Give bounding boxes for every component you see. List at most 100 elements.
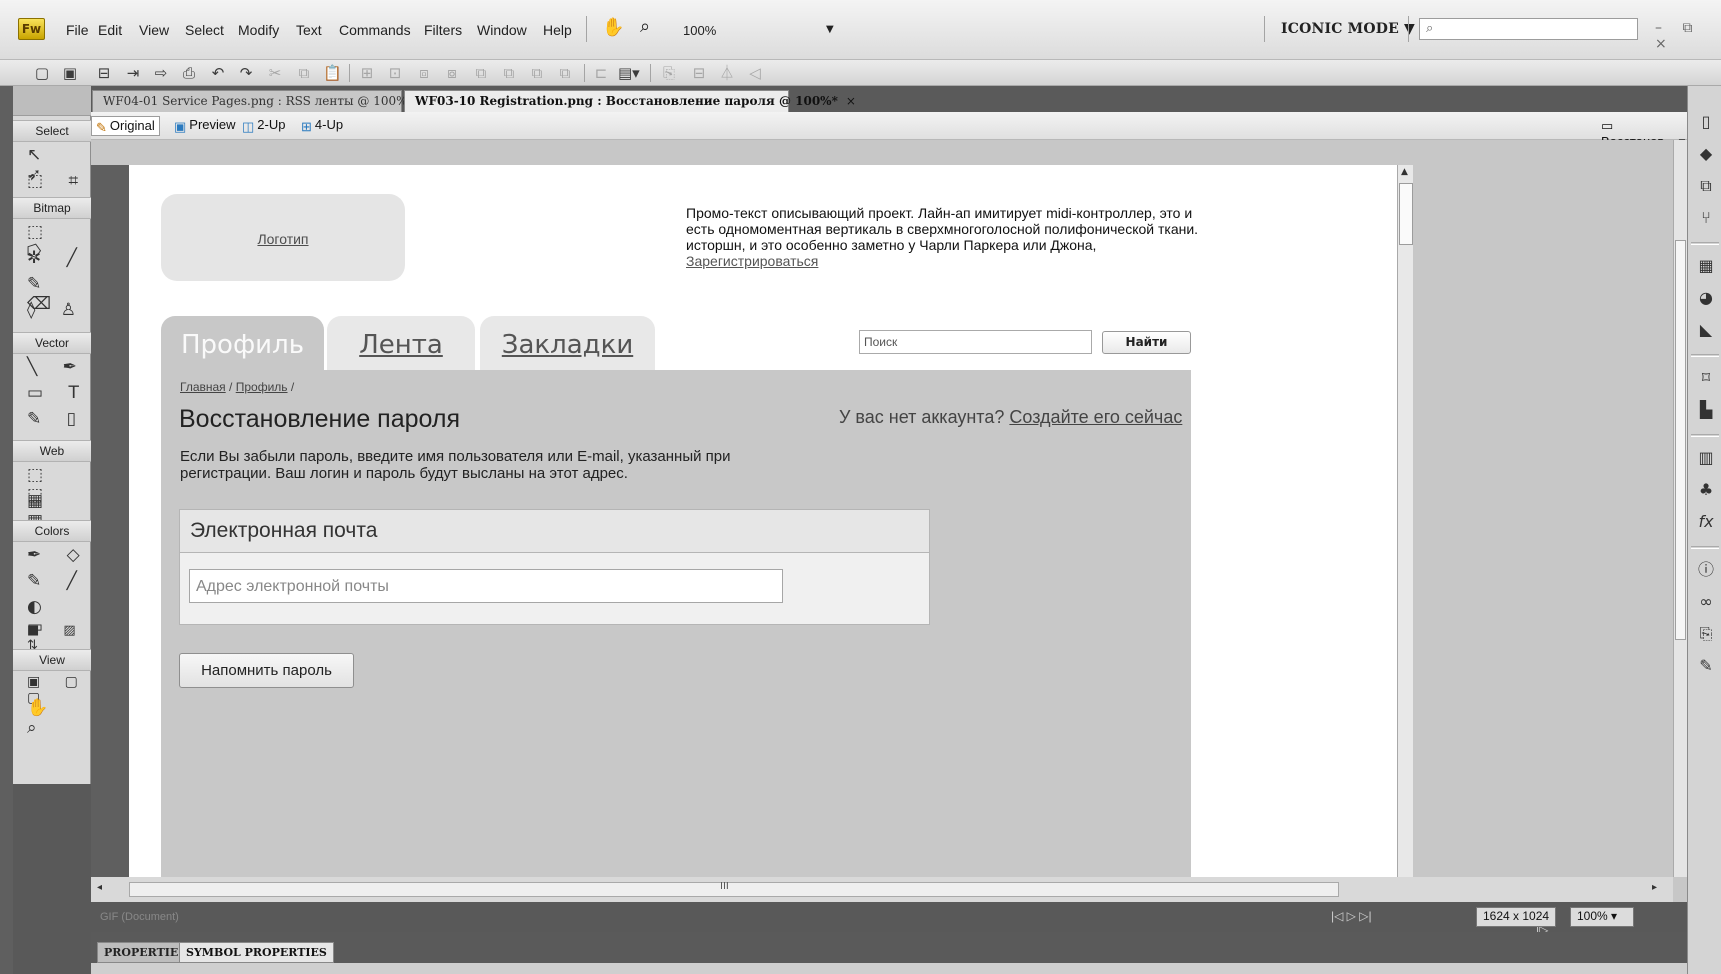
- hand-tool-icon[interactable]: ✋: [602, 17, 624, 38]
- menu-select[interactable]: Select: [185, 22, 224, 38]
- scrollbar-thumb[interactable]: III: [129, 881, 1339, 897]
- flip-horizontal-icon[interactable]: ⊟: [690, 64, 708, 82]
- paste-icon[interactable]: 📋: [323, 64, 342, 82]
- frame-navigation-icons[interactable]: |◁ ▷ ▷|: [1331, 909, 1372, 923]
- split-icon[interactable]: ⧇: [443, 64, 461, 82]
- scroll-right-icon[interactable]: ▸: [1652, 882, 1657, 893]
- export-icon[interactable]: ⇨: [152, 64, 170, 82]
- align-icon[interactable]: ⊏: [592, 64, 610, 82]
- skew-icon[interactable]: ◁: [746, 64, 764, 82]
- email-field[interactable]: Адрес электронной почты: [189, 569, 783, 603]
- menu-help[interactable]: Help: [543, 22, 572, 38]
- group-icon[interactable]: ⊞: [358, 64, 376, 82]
- menu-window[interactable]: Window: [477, 22, 527, 38]
- menu-modify[interactable]: Modify: [238, 22, 279, 38]
- history-panel-icon[interactable]: ⑂: [1696, 208, 1716, 228]
- ungroup-icon[interactable]: ⊡: [386, 64, 404, 82]
- two-up-view-button[interactable]: ◫ 2-Up: [238, 116, 289, 136]
- four-up-view-button[interactable]: ⊞ 4-Up: [297, 116, 347, 136]
- crop-tool-icon[interactable]: ⬚ ⌗: [27, 171, 88, 191]
- zoom-select[interactable]: 100% ▾: [1570, 907, 1634, 927]
- line-tool-icon[interactable]: ╲ ✒: [27, 357, 87, 377]
- cut-icon[interactable]: ✂: [266, 64, 284, 82]
- styles-panel-icon[interactable]: fx: [1696, 512, 1716, 532]
- color-panel-icon[interactable]: ◕: [1696, 288, 1716, 308]
- send-backward-icon[interactable]: ⧉: [556, 64, 574, 82]
- transform-panel-icon[interactable]: ⌑: [1696, 368, 1716, 388]
- logo-link[interactable]: Логотип: [161, 231, 405, 247]
- panel-grip[interactable]: [13, 86, 91, 116]
- print-icon[interactable]: ⎙: [180, 64, 198, 82]
- links-panel-icon[interactable]: ∞: [1696, 592, 1716, 612]
- tab-profile[interactable]: Профиль: [161, 316, 324, 371]
- register-link[interactable]: Зарегистрироваться: [686, 253, 818, 269]
- import-icon[interactable]: ⇥: [124, 64, 142, 82]
- scroll-up-icon[interactable]: ▲: [1401, 167, 1408, 177]
- doc-tab-rss[interactable]: WF04-01 Service Pages.png : RSS ленты @ …: [92, 90, 432, 112]
- zoom-dropdown-icon[interactable]: ▼: [826, 24, 834, 35]
- tab-bookmarks[interactable]: Закладки: [480, 316, 655, 371]
- zoom-level[interactable]: 100%: [683, 23, 716, 38]
- bring-forward-icon[interactable]: ⧉: [528, 64, 546, 82]
- menu-edit[interactable]: Edit: [98, 22, 122, 38]
- layers-panel-icon[interactable]: ◆: [1696, 144, 1716, 164]
- menu-filters[interactable]: Filters: [424, 22, 462, 38]
- canvas-size[interactable]: 1624 x 1024: [1476, 907, 1557, 927]
- new-document-icon[interactable]: ▢: [33, 64, 51, 82]
- site-search-input[interactable]: Поиск: [859, 330, 1092, 354]
- menu-file[interactable]: File: [66, 22, 89, 38]
- tab-feed[interactable]: Лента: [327, 316, 475, 371]
- distribute-icon[interactable]: ▤▾: [618, 64, 640, 82]
- swatches-panel-icon[interactable]: ▦: [1696, 256, 1716, 276]
- rotate-icon[interactable]: ⎘: [660, 64, 678, 82]
- breadcrumb-profile[interactable]: Профиль: [236, 380, 288, 394]
- align-panel-icon[interactable]: ▙: [1696, 400, 1716, 420]
- send-back-icon[interactable]: ⧉: [500, 64, 518, 82]
- stroke-color-icon[interactable]: ✎ ╱: [27, 571, 87, 591]
- tab-symbol-properties[interactable]: SYMBOL PROPERTIES: [179, 942, 334, 963]
- bring-front-icon[interactable]: ⧉: [472, 64, 490, 82]
- menu-view[interactable]: View: [139, 22, 169, 38]
- scrollbar-thumb[interactable]: [1399, 183, 1413, 245]
- breadcrumb-home[interactable]: Главная: [180, 380, 226, 394]
- menu-text[interactable]: Text: [296, 22, 322, 38]
- canvas-horizontal-scrollbar[interactable]: ◂ III ▸: [91, 877, 1673, 902]
- scrollbar-thumb[interactable]: [1675, 240, 1686, 640]
- library-panel-icon[interactable]: ▥: [1696, 448, 1716, 468]
- document-vertical-scrollbar[interactable]: ▲: [1397, 165, 1413, 877]
- find-panel-icon[interactable]: ✎: [1696, 656, 1716, 676]
- canvas-vertical-scrollbar[interactable]: [1673, 140, 1687, 877]
- create-account-link[interactable]: Создайте его сейчас: [1009, 407, 1182, 427]
- document-canvas[interactable]: Логотип Промо-текст описывающий проект. …: [129, 165, 1397, 902]
- preview-view-button[interactable]: ▣ Preview: [170, 116, 240, 136]
- symbols-panel-icon[interactable]: ♣: [1696, 480, 1716, 500]
- doc-tab-registration[interactable]: WF03-10 Registration.png : Восстановлени…: [404, 90, 856, 112]
- window-controls[interactable]: – ⧉ ×: [1655, 20, 1721, 52]
- close-icon[interactable]: ×: [846, 94, 856, 108]
- freeform-tool-icon[interactable]: ✎ ▯: [27, 409, 86, 429]
- open-icon[interactable]: ⊟: [95, 64, 113, 82]
- info-panel-icon[interactable]: ⓘ: [1696, 560, 1716, 580]
- search-button[interactable]: Найти: [1102, 331, 1191, 354]
- redo-icon[interactable]: ↷: [237, 64, 255, 82]
- flip-vertical-icon[interactable]: ⏃: [718, 64, 736, 82]
- zoom-tool-icon[interactable]: ⌕: [640, 16, 650, 37]
- blur-tool-icon[interactable]: ◊ ♙: [27, 300, 86, 320]
- hand-zoom-tool-icon[interactable]: ✋ ⌕: [27, 698, 90, 738]
- join-icon[interactable]: ⧈: [415, 64, 433, 82]
- save-icon[interactable]: ▣: [61, 64, 79, 82]
- menu-commands[interactable]: Commands: [339, 22, 411, 38]
- image-edit-panel-icon[interactable]: ⎘: [1696, 624, 1716, 644]
- scroll-left-icon[interactable]: ◂: [97, 882, 102, 893]
- copy-icon[interactable]: ⧉: [295, 64, 313, 82]
- original-view-button[interactable]: ✎ Original: [91, 116, 160, 136]
- states-panel-icon[interactable]: ⧉: [1696, 176, 1716, 196]
- help-search-input[interactable]: ⌕: [1419, 18, 1638, 40]
- undo-icon[interactable]: ↶: [209, 64, 227, 82]
- workspace-mode-select[interactable]: ICONIC MODE ▼: [1281, 21, 1415, 37]
- magic-wand-tool-icon[interactable]: ✲ ╱: [27, 248, 87, 268]
- eyedropper-tool-icon[interactable]: ✒ ◇: [27, 545, 90, 565]
- pages-panel-icon[interactable]: ▯: [1696, 112, 1716, 132]
- text-tool-icon[interactable]: ▭ T: [27, 383, 89, 403]
- remind-password-button[interactable]: Напомнить пароль: [179, 653, 354, 688]
